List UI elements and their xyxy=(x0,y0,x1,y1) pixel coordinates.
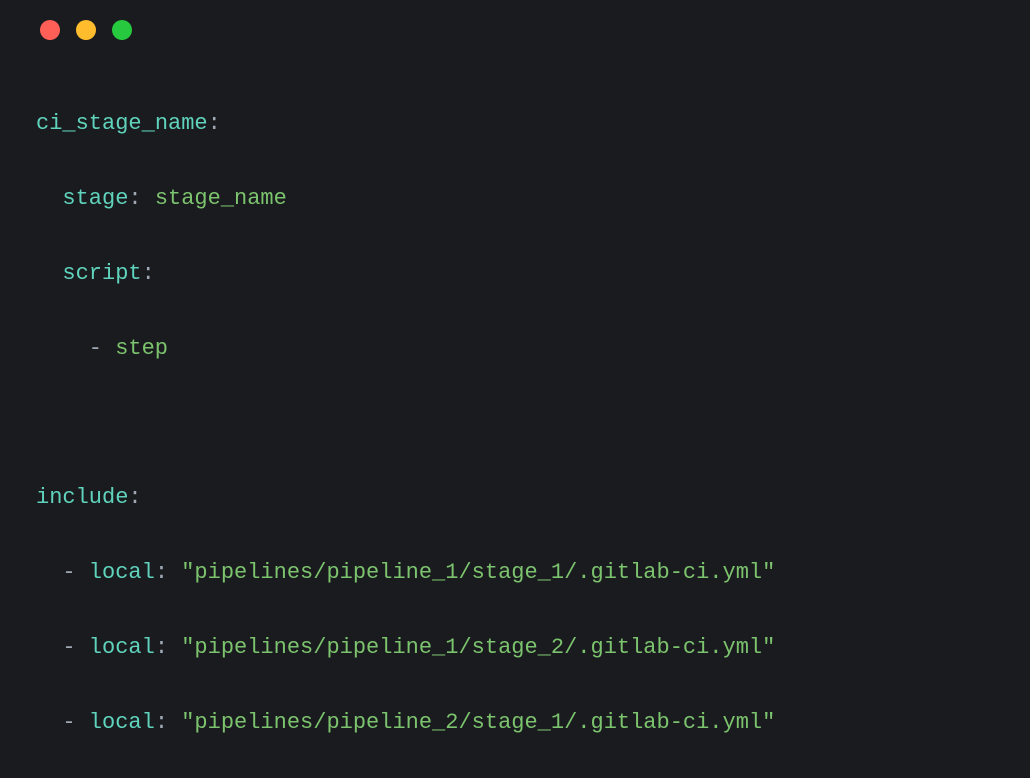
yaml-key: local xyxy=(89,710,155,735)
code-line: - local: "pipelines/pipeline_1/stage_2/.… xyxy=(36,629,994,666)
colon: : xyxy=(155,635,168,660)
dash: - xyxy=(62,560,75,585)
window-controls xyxy=(0,0,1030,40)
colon: : xyxy=(155,560,168,585)
yaml-string: "pipelines/pipeline_1/stage_1/.gitlab-ci… xyxy=(181,560,775,585)
colon: : xyxy=(128,485,141,510)
colon: : xyxy=(142,261,155,286)
code-line: script: xyxy=(36,255,994,292)
yaml-key: script xyxy=(62,261,141,286)
yaml-key: ci_stage_name xyxy=(36,111,208,136)
code-line: - local: "pipelines/pipeline_2/stage_1/.… xyxy=(36,704,994,741)
code-line: - step xyxy=(36,330,994,367)
yaml-string: "pipelines/pipeline_2/stage_1/.gitlab-ci… xyxy=(181,710,775,735)
yaml-value: step xyxy=(115,336,168,361)
colon: : xyxy=(208,111,221,136)
yaml-key: local xyxy=(89,635,155,660)
blank-line xyxy=(36,405,994,442)
dash: - xyxy=(62,710,75,735)
code-line: ci_stage_name: xyxy=(36,105,994,142)
code-line: stage: stage_name xyxy=(36,180,994,217)
yaml-key: include xyxy=(36,485,128,510)
dash: - xyxy=(62,635,75,660)
colon: : xyxy=(155,710,168,735)
yaml-key: stage xyxy=(62,186,128,211)
colon: : xyxy=(128,186,141,211)
code-block: ci_stage_name: stage: stage_name script:… xyxy=(0,40,1030,778)
maximize-icon[interactable] xyxy=(112,20,132,40)
close-icon[interactable] xyxy=(40,20,60,40)
minimize-icon[interactable] xyxy=(76,20,96,40)
dash: - xyxy=(89,336,102,361)
yaml-value: stage_name xyxy=(155,186,287,211)
code-line: include: xyxy=(36,479,994,516)
yaml-key: local xyxy=(89,560,155,585)
code-line: - local: "pipelines/pipeline_1/stage_1/.… xyxy=(36,554,994,591)
yaml-string: "pipelines/pipeline_1/stage_2/.gitlab-ci… xyxy=(181,635,775,660)
